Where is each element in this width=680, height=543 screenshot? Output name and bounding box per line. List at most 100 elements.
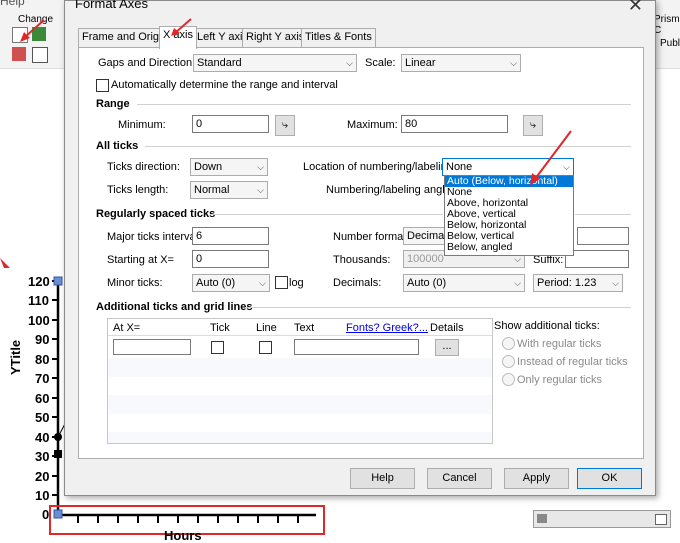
col-text: Text (294, 322, 315, 334)
number-format-value: Decimal (407, 230, 445, 242)
annotation-arrow-left (0, 258, 10, 268)
location-dropdown-list[interactable]: Auto (Below, horizontal) None Above, hor… (444, 175, 574, 256)
text-input[interactable] (294, 339, 419, 355)
regular-ticks-header: Regularly spaced ticks (96, 208, 216, 220)
ticks-direction-value: Down (194, 161, 223, 173)
prism-label: Prism C (654, 14, 680, 36)
chevron-down-icon: ⌵ (514, 278, 521, 288)
col-details: Details (430, 322, 464, 334)
additional-ticks-grid: At X= Tick Line Text Fonts? Greek?... De… (107, 318, 493, 444)
major-interval-input[interactable]: 6 (192, 227, 269, 245)
log-checkbox[interactable] (275, 276, 288, 289)
period-select[interactable]: Period: 1.23 ⌵ (533, 274, 623, 292)
publish-label: Publi (660, 38, 680, 49)
radio-only-regular[interactable] (502, 373, 515, 386)
range-divider (137, 104, 631, 105)
auto-range-label: Automatically determine the range and in… (111, 79, 338, 91)
show-additional-label: Show additional ticks: (494, 320, 600, 332)
ok-button[interactable]: OK (577, 468, 642, 489)
thousands-label: Thousands: (333, 254, 391, 266)
apply-button[interactable]: Apply (504, 468, 569, 489)
col-tick: Tick (210, 322, 230, 334)
decimals-value: Auto (0) (407, 277, 447, 289)
format-axes-dialog: Format Axes ✕ Frame and Origin X axis Le… (64, 0, 656, 496)
grid-row-blank (108, 414, 492, 432)
annotation-arrow-toolbar (20, 19, 45, 42)
chevron-down-icon: ⌵ (510, 58, 517, 68)
grid-icon[interactable] (32, 47, 48, 63)
angle-label: Numbering/labeling angle: (326, 184, 454, 196)
mini-window-bar[interactable] (533, 510, 671, 528)
gaps-select[interactable]: Standard ⌵ (193, 54, 357, 72)
scale-value: Linear (405, 57, 436, 69)
ticks-direction-select[interactable]: Down ⌵ (190, 158, 268, 176)
ticks-length-label: Ticks length: (107, 184, 169, 196)
annotation-arrow-dropdown (530, 130, 572, 185)
scale-select[interactable]: Linear ⌵ (401, 54, 521, 72)
number-format-label: Number format: (333, 231, 410, 243)
additional-ticks-header: Additional ticks and grid lines (96, 301, 253, 313)
y-tick-label: 110 (28, 293, 49, 308)
chevron-down-icon: ⌵ (257, 185, 264, 195)
minor-ticks-select[interactable]: Auto (0) ⌵ (192, 274, 270, 292)
line-checkbox[interactable] (259, 341, 272, 354)
log-label: log (289, 277, 304, 289)
radio-with-regular-label: With regular ticks (517, 338, 602, 350)
minimum-input[interactable]: 0 (192, 115, 269, 133)
period-value: Period: 1.23 (537, 277, 597, 289)
option-below-angled[interactable]: Below, angled (445, 242, 573, 253)
location-label: Location of numbering/labeling: (303, 161, 456, 173)
chevron-down-icon: ⌵ (257, 162, 264, 172)
minimum-label: Minimum: (118, 119, 166, 131)
location-value: None (446, 161, 473, 173)
ticks-direction-label: Ticks direction: (107, 161, 180, 173)
tab-frame-origin[interactable]: Frame and Origin (78, 28, 172, 48)
number-format-select[interactable]: Decimal (403, 227, 445, 245)
tab-right-y-axis[interactable]: Right Y axis (242, 28, 309, 48)
major-interval-label: Major ticks interval: (107, 231, 202, 243)
regular-ticks-divider-right (575, 214, 631, 215)
dropdown-icon[interactable] (537, 514, 547, 523)
auto-range-checkbox[interactable] (96, 79, 109, 92)
color-icon[interactable] (12, 47, 26, 61)
thousands-value: 100000 (407, 253, 444, 265)
regular-ticks-divider (210, 214, 443, 215)
minor-ticks-label: Minor ticks: (107, 277, 163, 289)
col-line: Line (256, 322, 277, 334)
cancel-button[interactable]: Cancel (427, 468, 492, 489)
tab-titles-fonts[interactable]: Titles & Fonts (301, 28, 376, 48)
minimize-icon[interactable] (655, 514, 667, 525)
prefix-input[interactable] (577, 227, 629, 245)
decimals-select[interactable]: Auto (0) ⌵ (403, 274, 525, 292)
chevron-down-icon: ⌵ (259, 278, 266, 288)
dialog-title: Format Axes (75, 0, 148, 11)
col-at-x: At X= (113, 322, 141, 334)
radio-instead-of-regular[interactable] (502, 355, 515, 368)
decimals-label: Decimals: (333, 277, 382, 289)
minimum-wand-icon[interactable]: ⤷ (275, 115, 295, 136)
at-x-input[interactable] (113, 339, 191, 355)
grid-row-blank (108, 377, 492, 395)
gaps-value: Standard (197, 57, 242, 69)
help-button[interactable]: Help (350, 468, 415, 489)
menu-help[interactable]: Help (0, 0, 25, 8)
ticks-length-select[interactable]: Normal ⌵ (190, 181, 268, 199)
radio-instead-label: Instead of regular ticks (517, 356, 628, 368)
chevron-down-icon: ⌵ (612, 278, 619, 288)
y-axis-title[interactable]: YTitle (8, 340, 23, 375)
fonts-greek-link[interactable]: Fonts? Greek?... (346, 322, 428, 334)
ticks-length-value: Normal (194, 184, 230, 196)
details-button[interactable]: ... (435, 339, 459, 356)
all-ticks-header: All ticks (96, 140, 139, 152)
y-tick-label: 100 (28, 313, 50, 328)
chevron-down-icon: ⌵ (346, 58, 353, 68)
tick-checkbox[interactable] (211, 341, 224, 354)
maximum-input[interactable]: 80 (401, 115, 508, 133)
starting-at-input[interactable]: 0 (192, 250, 269, 268)
scale-label: Scale: (365, 57, 396, 69)
close-icon[interactable]: ✕ (628, 0, 643, 16)
annotation-arrow-tab (171, 18, 192, 36)
maximum-label: Maximum: (347, 119, 398, 131)
radio-with-regular[interactable] (502, 337, 515, 350)
suffix-input[interactable] (565, 250, 629, 268)
